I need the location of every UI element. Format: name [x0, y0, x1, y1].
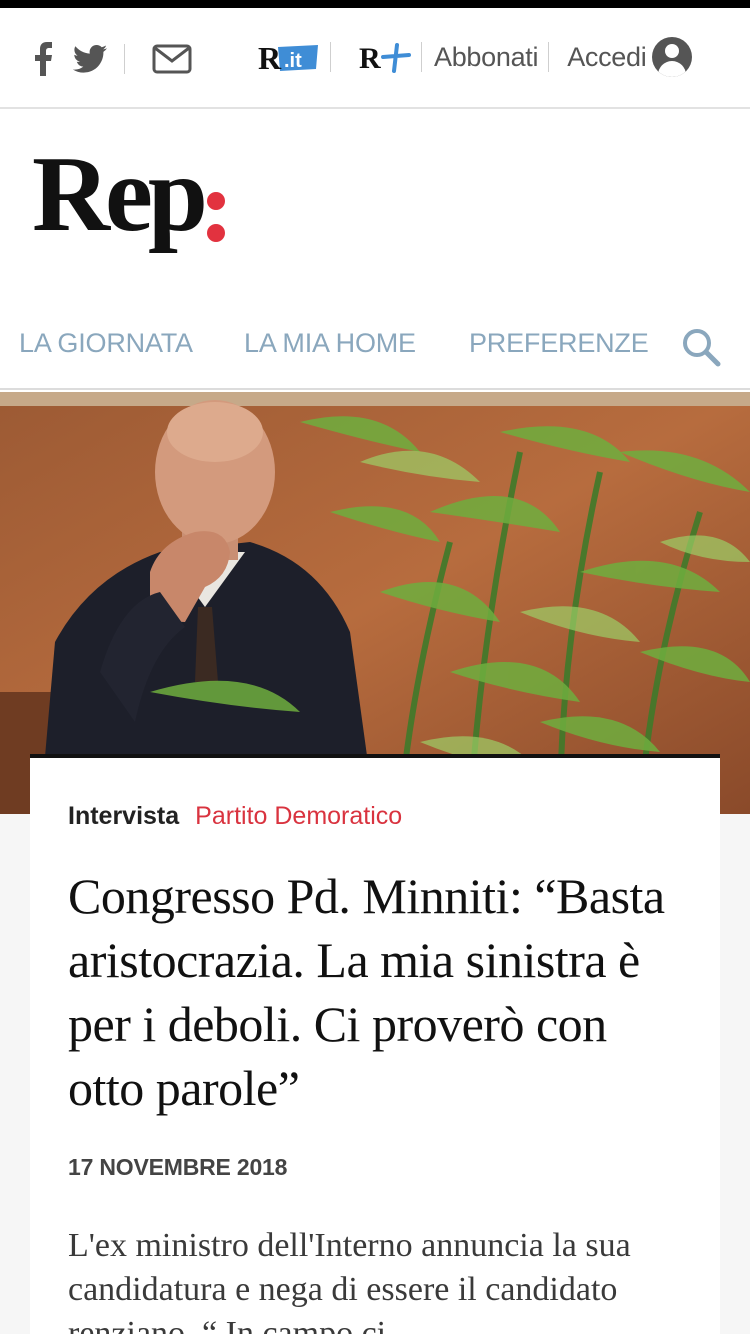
hero-image: [0, 392, 750, 814]
divider: [124, 44, 125, 74]
article-kicker: Intervista Partito Demoratico: [68, 802, 402, 831]
top-black-strip: [0, 0, 750, 8]
r-it-logo[interactable]: R .it: [258, 37, 318, 77]
search-icon[interactable]: [680, 326, 724, 370]
divider: [330, 42, 331, 72]
nav-preferenze[interactable]: PREFERENZE: [469, 328, 649, 359]
nav-la-mia-home[interactable]: LA MIA HOME: [244, 328, 416, 359]
logo-colon: [207, 140, 229, 242]
svg-text:R: R: [359, 42, 381, 75]
account-links: R .it R Abbonati Accedi: [258, 34, 693, 80]
divider: [548, 42, 550, 72]
twitter-icon[interactable]: [72, 45, 108, 73]
svg-text:.it: .it: [284, 50, 302, 72]
accedi-link[interactable]: Accedi: [567, 42, 647, 73]
article-date: 17 NOVEMBRE 2018: [68, 1154, 288, 1180]
main-nav: LA GIORNATA LA MIA HOME PREFERENZE: [0, 300, 750, 390]
abbonati-link[interactable]: Abbonati: [434, 42, 539, 73]
kicker-section[interactable]: Partito Demoratico: [195, 802, 402, 830]
r-plus-logo[interactable]: R: [359, 37, 411, 77]
mail-icon[interactable]: [151, 44, 193, 74]
article-summary: L'ex ministro dell'Interno annuncia la s…: [68, 1227, 631, 1334]
divider: [421, 42, 422, 72]
site-logo[interactable]: Rep: [32, 140, 229, 260]
article-headline[interactable]: Congresso Pd. Minniti: “Basta aristocraz…: [68, 864, 688, 1120]
utility-bar: R .it R Abbonati Accedi: [0, 8, 750, 109]
kicker-type: Intervista: [68, 802, 180, 830]
article-card[interactable]: Intervista Partito Demoratico Congresso P…: [30, 754, 720, 1334]
logo-text: Rep: [32, 135, 208, 254]
nav-la-giornata[interactable]: LA GIORNATA: [19, 328, 193, 359]
social-links: [30, 38, 193, 80]
user-avatar-icon[interactable]: [652, 37, 693, 77]
facebook-icon[interactable]: [30, 42, 56, 76]
svg-text:R: R: [258, 40, 282, 76]
